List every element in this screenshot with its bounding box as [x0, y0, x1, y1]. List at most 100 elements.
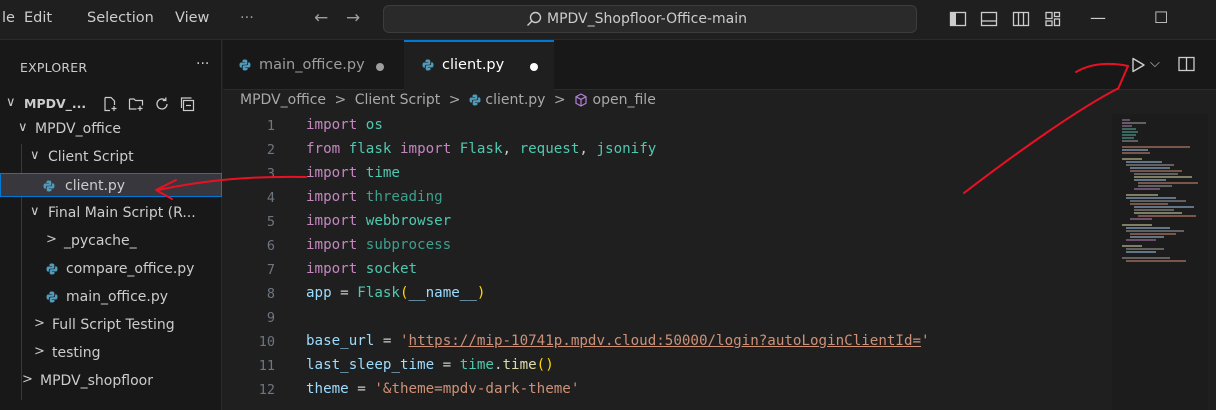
code-line[interactable]: import socket: [306, 261, 417, 277]
breadcrumb-separator: >: [334, 92, 347, 108]
editor-tab-bar: main_office.py client.py: [223, 40, 1216, 90]
tab-label: client.py: [442, 57, 505, 73]
run-python-file-icon[interactable]: [1130, 57, 1146, 73]
explorer-more-button[interactable]: ···: [196, 56, 209, 72]
run-options-chevron-icon[interactable]: ⌵: [1150, 56, 1160, 71]
collapse-all-icon[interactable]: [180, 96, 196, 112]
toggle-secondary-sidebar-icon[interactable]: [1012, 10, 1030, 28]
tab-main-office[interactable]: main_office.py: [223, 40, 403, 90]
code-line[interactable]: last_sleep_time = time.time(): [306, 357, 554, 373]
menu-file[interactable]: le: [2, 10, 15, 26]
tree-label: client.py: [65, 178, 126, 194]
tree-label: main_office.py: [66, 289, 169, 305]
code-line[interactable]: import webbrowser: [306, 213, 451, 229]
tree-file-main-office[interactable]: main_office.py: [0, 285, 222, 309]
code-line[interactable]: theme = '&theme=mpdv-dark-theme': [306, 381, 579, 397]
tree-label: MPDV_shopfloor: [40, 373, 153, 389]
line-number: 6: [266, 238, 275, 254]
tree-folder-full-script-testing[interactable]: > Full Script Testing: [0, 313, 222, 337]
line-number: 7: [266, 262, 275, 278]
chevron-right-icon: >: [34, 344, 45, 359]
refresh-icon[interactable]: [154, 96, 170, 112]
explorer-title: EXPLORER: [20, 60, 88, 75]
split-editor-icon[interactable]: [1178, 56, 1195, 72]
breadcrumb-item[interactable]: open_file: [593, 92, 656, 108]
breadcrumb-item[interactable]: client.py: [485, 92, 545, 108]
minimize-button[interactable]: —: [1090, 8, 1106, 27]
tree-file-compare-office[interactable]: compare_office.py: [0, 257, 222, 281]
maximize-button[interactable]: ☐: [1154, 8, 1168, 27]
command-center-search[interactable]: MPDV_Shopfloor-Office-main: [383, 5, 917, 33]
menu-more[interactable]: ···: [240, 10, 254, 26]
tree-label: compare_office.py: [66, 261, 195, 277]
breadcrumb: MPDV_office > Client Script > client.py …: [240, 92, 656, 114]
tree-folder-testing[interactable]: > testing: [0, 341, 222, 365]
code-line[interactable]: from flask import Flask, request, jsonif…: [306, 141, 656, 157]
new-folder-icon[interactable]: [128, 96, 144, 112]
tree-label: MPDV_office: [35, 121, 122, 137]
tree-label: _pycache_: [64, 233, 137, 249]
chevron-down-icon: ∨: [30, 148, 40, 163]
breadcrumb-item[interactable]: MPDV_office: [240, 92, 326, 108]
code-line[interactable]: import subprocess: [306, 237, 451, 253]
toggle-panel-icon[interactable]: [980, 10, 998, 28]
line-number: 3: [266, 166, 275, 182]
minimap[interactable]: [1112, 114, 1208, 410]
new-file-icon[interactable]: [102, 96, 118, 112]
python-file-icon: [46, 263, 58, 275]
tree-folder-mpdv-office[interactable]: ∨ MPDV_office: [0, 117, 222, 141]
method-cube-icon: [575, 93, 587, 107]
menu-edit[interactable]: Edit: [24, 10, 52, 26]
tree-folder-client-script[interactable]: ∨ Client Script: [0, 145, 222, 169]
chevron-right-icon: >: [34, 316, 45, 331]
code-line[interactable]: app = Flask(__name__): [306, 285, 485, 301]
line-number: 12: [258, 382, 275, 398]
title-bar: le Edit Selection View ··· ← → MPDV_Shop…: [0, 0, 1216, 40]
tree-folder-mpdv-shopfloor[interactable]: > MPDV_shopfloor: [0, 369, 222, 393]
code-line[interactable]: base_url = 'https://mip-10741p.mpdv.clou…: [306, 333, 930, 349]
breadcrumb-item[interactable]: Client Script: [355, 92, 441, 108]
code-line[interactable]: import os: [306, 117, 383, 133]
line-number: 9: [266, 310, 275, 326]
customize-layout-icon[interactable]: [1044, 10, 1062, 28]
search-text: MPDV_Shopfloor-Office-main: [547, 11, 747, 27]
code-line[interactable]: import time: [306, 165, 400, 181]
tree-label: Final Main Script (R...: [48, 205, 196, 221]
line-number: 4: [266, 190, 275, 206]
search-icon: [527, 11, 542, 26]
code-line[interactable]: import threading: [306, 189, 443, 205]
breadcrumb-separator: >: [553, 92, 566, 108]
python-file-icon: [43, 180, 55, 192]
unsaved-dot-icon[interactable]: [376, 63, 384, 71]
python-file-icon: [422, 59, 434, 71]
menu-selection[interactable]: Selection: [87, 10, 154, 26]
python-file-icon: [469, 94, 481, 106]
python-file-icon: [239, 59, 251, 71]
tree-folder-pycache[interactable]: > _pycache_: [0, 229, 222, 253]
chevron-down-icon: ∨: [18, 120, 28, 135]
chevron-down-icon: ∨: [6, 95, 16, 110]
python-file-icon: [46, 291, 58, 303]
tab-client-py[interactable]: client.py: [404, 40, 554, 90]
tree-label: testing: [52, 345, 101, 361]
line-number: 10: [258, 334, 275, 350]
line-number: 2: [266, 142, 275, 158]
toggle-primary-sidebar-icon[interactable]: [949, 10, 967, 28]
chevron-right-icon: >: [46, 232, 57, 247]
tab-label: main_office.py: [259, 57, 365, 73]
explorer-sidebar: EXPLORER ··· ∨ MPDV_... ∨ MPDV_office ∨ …: [0, 40, 222, 410]
breadcrumb-separator: >: [448, 92, 461, 108]
back-arrow-icon[interactable]: ←: [314, 8, 328, 28]
tree-folder-final-main-script[interactable]: ∨ Final Main Script (R...: [0, 201, 222, 225]
chevron-right-icon: >: [22, 372, 33, 387]
forward-arrow-icon[interactable]: →: [346, 8, 360, 28]
tree-label: Client Script: [48, 149, 134, 165]
line-number: 1: [266, 118, 275, 134]
menu-view[interactable]: View: [175, 10, 209, 26]
unsaved-dot-icon[interactable]: [530, 63, 538, 71]
tree-label: Full Script Testing: [52, 317, 175, 333]
line-number: 5: [266, 214, 275, 230]
tree-file-client-py[interactable]: client.py: [0, 173, 222, 197]
line-number: 8: [266, 286, 275, 302]
line-number: 11: [258, 358, 275, 374]
